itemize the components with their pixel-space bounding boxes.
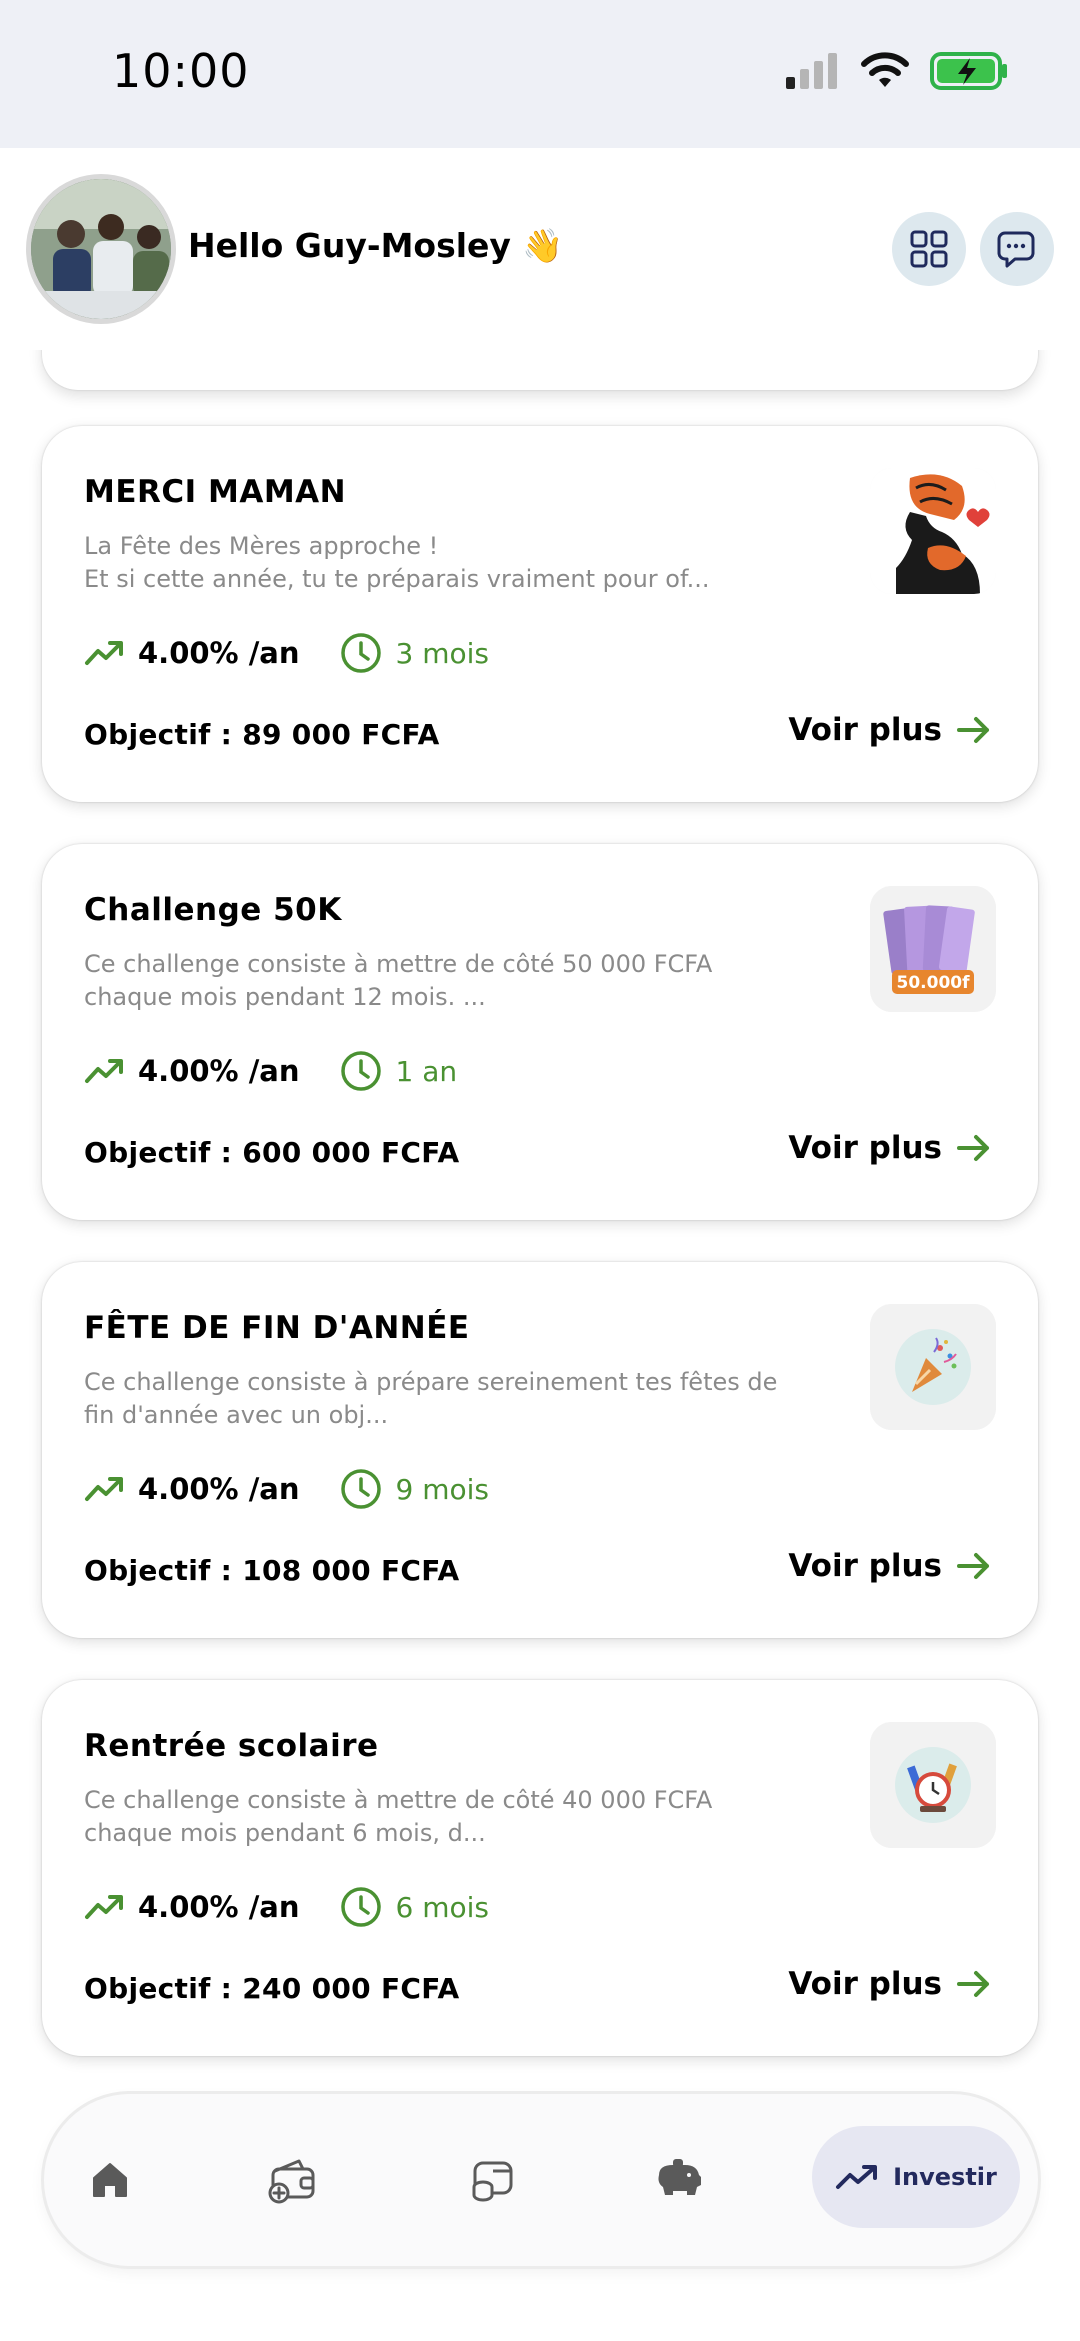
duration: 6 mois	[340, 1886, 489, 1928]
card-title: FÊTE DE FIN D'ANNÉE	[84, 1310, 470, 1346]
nav-savings[interactable]	[454, 2142, 530, 2218]
stats-row: 4.00% /an 1 an	[84, 1050, 457, 1092]
wallet-add-icon	[268, 2159, 315, 2204]
stats-row: 4.00% /an 9 mois	[84, 1468, 489, 1510]
clock-icon	[340, 633, 381, 673]
arrow-right-icon	[957, 717, 989, 743]
card-description: Ce challenge consiste à prépare sereinem…	[84, 1368, 778, 1429]
status-bar: 10:00	[0, 0, 1080, 148]
arrow-right-icon	[957, 1553, 989, 1579]
wifi-icon	[861, 52, 909, 87]
home-icon	[93, 2163, 127, 2197]
grid-icon	[910, 230, 948, 268]
objective-text: Objectif : 600 000 FCFA	[84, 1136, 460, 1169]
banknotes-image: 50.000f	[870, 886, 996, 1012]
interest-rate: 4.00% /an	[84, 1472, 300, 1506]
nav-wallet[interactable]	[254, 2142, 330, 2218]
duration: 3 mois	[340, 632, 489, 674]
card-title: MERCI MAMAN	[84, 474, 347, 510]
piggy-bank-icon	[658, 2159, 701, 2195]
duration: 1 an	[340, 1050, 457, 1092]
trending-up-icon	[836, 2165, 878, 2189]
battery-icon	[930, 52, 1007, 90]
trending-up-icon	[85, 1477, 123, 1501]
card-description: Ce challenge consiste à mettre de côté 5…	[84, 950, 713, 1011]
clock-icon	[340, 1051, 381, 1091]
duration: 9 mois	[340, 1468, 489, 1510]
status-time: 10:00	[112, 44, 250, 98]
banknote-label: 50.000f	[897, 973, 971, 993]
coins-icon	[472, 2161, 513, 2202]
challenge-card[interactable]: MERCI MAMAN La Fête des Mères approche !…	[42, 426, 1038, 802]
challenge-card[interactable]: Rentrée scolaire Ce challenge consiste à…	[42, 1680, 1038, 2056]
card-description: La Fête des Mères approche ! Et si cette…	[84, 532, 710, 593]
challenge-list[interactable]: MERCI MAMAN La Fête des Mères approche !…	[0, 350, 1080, 2090]
card-title: Rentrée scolaire	[84, 1728, 379, 1764]
nav-piggy[interactable]	[640, 2142, 716, 2218]
nav-invest-label: Investir	[893, 2163, 997, 2191]
voir-plus-button[interactable]: Voir plus	[788, 1966, 992, 2002]
nav-invest-active[interactable]: Investir	[812, 2126, 1020, 2228]
objective-text: Objectif : 89 000 FCFA	[84, 718, 440, 751]
voir-plus-button[interactable]: Voir plus	[788, 712, 992, 748]
grid-menu-button[interactable]	[892, 212, 966, 286]
stats-row: 4.00% /an 3 mois	[84, 632, 489, 674]
school-supplies-image	[870, 1722, 996, 1848]
chat-icon	[997, 231, 1035, 268]
arrow-right-icon	[957, 1971, 989, 1997]
chat-button[interactable]	[980, 212, 1054, 286]
greeting-text: Hello Guy-Mosley 👋	[188, 226, 564, 265]
clock-icon	[340, 1469, 381, 1509]
voir-plus-button[interactable]: Voir plus	[788, 1130, 992, 1166]
voir-plus-button[interactable]: Voir plus	[788, 1548, 992, 1584]
card-description: Ce challenge consiste à mettre de côté 4…	[84, 1786, 713, 1847]
status-icons	[784, 50, 1010, 92]
avatar[interactable]	[26, 174, 176, 324]
challenge-card[interactable]: FÊTE DE FIN D'ANNÉE Ce challenge consist…	[42, 1262, 1038, 1638]
objective-text: Objectif : 240 000 FCFA	[84, 1972, 460, 2005]
objective-text: Objectif : 108 000 FCFA	[84, 1554, 460, 1587]
signal-icon	[786, 53, 837, 89]
trending-up-icon	[85, 1895, 123, 1919]
interest-rate: 4.00% /an	[84, 1054, 300, 1088]
card-title: Challenge 50K	[84, 892, 342, 928]
interest-rate: 4.00% /an	[84, 636, 300, 670]
clock-icon	[340, 1887, 381, 1927]
app-header: Hello Guy-Mosley 👋	[0, 148, 1080, 350]
arrow-right-icon	[957, 1135, 989, 1161]
nav-home[interactable]	[72, 2142, 148, 2218]
stats-row: 4.00% /an 6 mois	[84, 1886, 489, 1928]
mother-child-image	[870, 468, 996, 594]
challenge-card[interactable]: Challenge 50K Ce challenge consiste à me…	[42, 844, 1038, 1220]
trending-up-icon	[85, 1059, 123, 1083]
interest-rate: 4.00% /an	[84, 1890, 300, 1924]
trending-up-icon	[85, 641, 123, 665]
party-popper-image	[870, 1304, 996, 1430]
bottom-nav: Investir	[44, 2094, 1038, 2266]
previous-card-edge	[42, 350, 1038, 390]
